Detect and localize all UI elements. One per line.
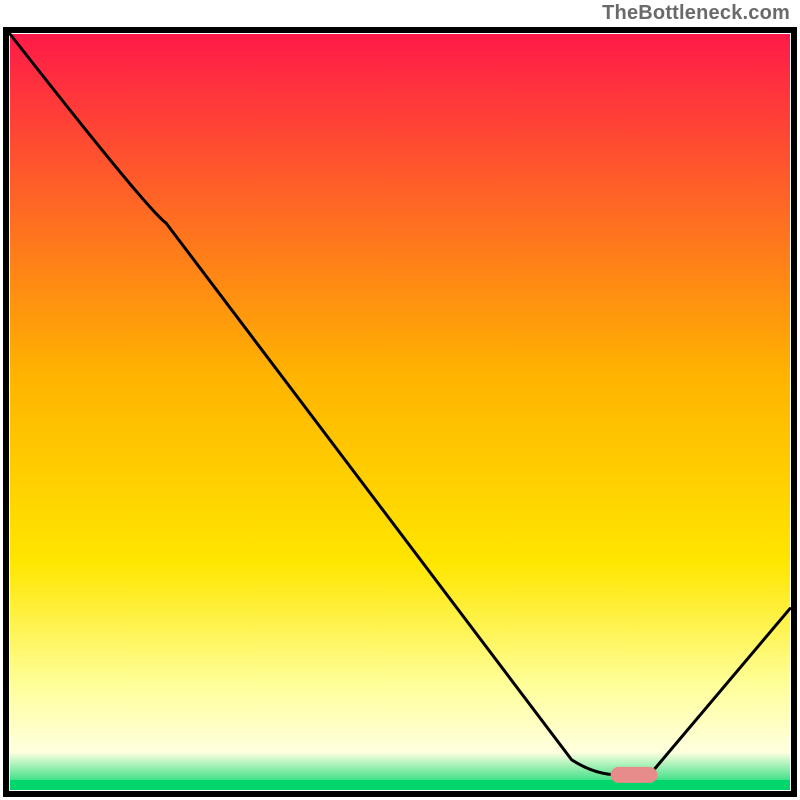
chart-container: { "watermark": "TheBottleneck.com", "cha… [0, 0, 800, 800]
bottleneck-chart [0, 0, 800, 800]
watermark-text: TheBottleneck.com [602, 2, 790, 25]
optimal-range-marker [611, 767, 658, 783]
